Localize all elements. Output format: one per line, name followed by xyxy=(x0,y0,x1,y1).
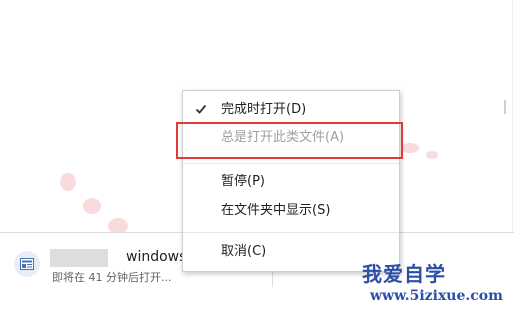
menu-separator xyxy=(183,232,399,233)
redacted-file-name xyxy=(50,249,108,267)
menu-item-label: 暂停(P) xyxy=(221,174,265,189)
check-icon xyxy=(195,104,207,114)
menu-separator xyxy=(183,163,399,164)
download-status-text: 即将在 41 分钟后打开... xyxy=(52,271,172,284)
scrollbar-edge xyxy=(512,0,513,232)
file-icon xyxy=(14,251,40,277)
menu-item-label: 完成时打开(D) xyxy=(221,102,307,117)
menu-item-cancel[interactable]: 取消(C) xyxy=(183,239,399,265)
menu-item-label: 在文件夹中显示(S) xyxy=(221,203,331,218)
scrollbar-thumb[interactable] xyxy=(504,100,506,114)
menu-item-label: 取消(C) xyxy=(221,244,267,259)
menu-item-open-when-done[interactable]: 完成时打开(D) xyxy=(183,97,399,123)
menu-item-show-in-folder[interactable]: 在文件夹中显示(S) xyxy=(183,198,399,224)
menu-item-pause[interactable]: 暂停(P) xyxy=(183,169,399,195)
annotation-highlight-box xyxy=(176,122,403,159)
download-context-menu: 完成时打开(D) 总是打开此类文件(A) 暂停(P) 在文件夹中显示(S) 取消… xyxy=(182,90,400,272)
